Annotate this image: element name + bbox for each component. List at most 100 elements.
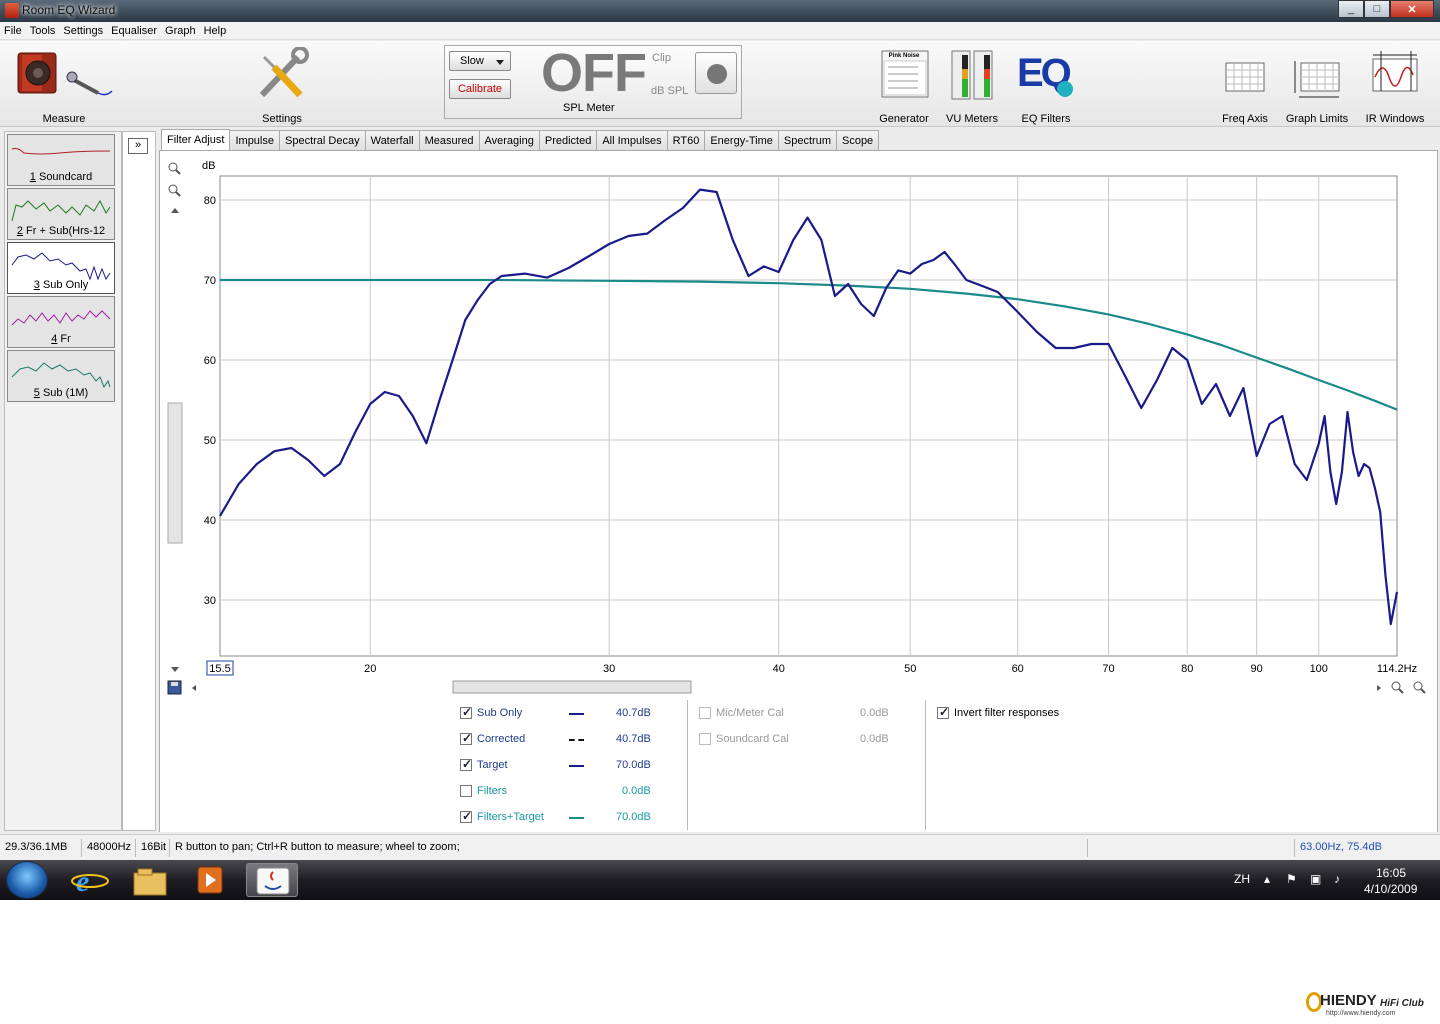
close-button[interactable]: ✕ [1390, 0, 1434, 18]
tab-all-impulses[interactable]: All Impulses [596, 130, 668, 151]
maximize-button[interactable]: □ [1364, 0, 1390, 18]
checkbox-soundcard-cal[interactable] [699, 733, 711, 745]
eq-icon: EQ [1013, 47, 1079, 103]
tab-spectrum[interactable]: Spectrum [777, 130, 837, 151]
tray-network-icon[interactable]: ▣ [1310, 872, 1321, 886]
spl-unit-label: dB SPL [651, 85, 689, 97]
tab-filter-adjust[interactable]: Filter Adjust [161, 129, 231, 151]
expander-panel: » [122, 131, 156, 831]
zoom-out-x-icon[interactable] [1413, 681, 1426, 694]
menu-graph[interactable]: Graph [165, 25, 196, 37]
tray-time[interactable]: 16:05 [1376, 866, 1406, 880]
vu-meters-button[interactable]: VU Meters [942, 47, 1002, 125]
measurement-name: Sub Only [39, 279, 89, 291]
explorer-taskbar-button[interactable] [124, 863, 176, 897]
zoom-in-y-icon[interactable] [168, 162, 181, 175]
tab-spectral-decay[interactable]: Spectral Decay [279, 130, 366, 151]
generator-button[interactable]: Pink Noise Generator [874, 47, 934, 125]
record-button[interactable] [695, 52, 737, 94]
ie-icon: e [71, 865, 109, 898]
menu-equaliser[interactable]: Equaliser [111, 25, 157, 37]
x-tick-label: 60 [1012, 663, 1024, 675]
tab-waterfall[interactable]: Waterfall [364, 130, 420, 151]
legend-corrected-value: 40.7dB [616, 733, 651, 745]
toolbar: Measure Settings Slow Calibrate OFF Clip… [0, 41, 1440, 127]
thumb-sub-only [11, 252, 111, 281]
speaker-mic-icon [17, 52, 113, 96]
tab-rt60[interactable]: RT60 [666, 130, 706, 151]
checkbox-sub-only[interactable] [460, 705, 472, 719]
main-panel: Filter Adjust Impulse Spectral Decay Wat… [159, 129, 1438, 832]
checkbox-target[interactable] [460, 757, 472, 771]
thumb-fr-sub [11, 199, 111, 222]
legend-filters-label: Filters [477, 785, 507, 797]
measurement-name: Fr [57, 333, 71, 345]
measurement-item-3[interactable]: 3 Sub Only [7, 242, 115, 294]
x-tick-label: 30 [603, 663, 615, 675]
measurement-item-5[interactable]: 5 Sub (1M) [7, 350, 115, 402]
checkbox-filters[interactable] [460, 785, 472, 797]
status-memory: 29.3/36.1MB [0, 839, 82, 857]
frequency-response-graph[interactable]: dB 30 40 50 60 70 80 20 30 40 50 60 70 80 90 100 15.5 1… [160, 151, 1437, 696]
menu-help[interactable]: Help [204, 25, 227, 37]
legend-target-label: Target [477, 759, 508, 771]
y-tick-label: 80 [204, 195, 216, 207]
measurement-name: Sub (1M) [39, 387, 89, 399]
minimize-button[interactable]: _ [1338, 0, 1364, 18]
ir-windows-button[interactable]: IR Windows [1362, 47, 1428, 125]
tray-flag-icon[interactable]: ⚑ [1286, 872, 1297, 886]
tab-predicted[interactable]: Predicted [538, 130, 598, 151]
graph-tabs: Filter Adjust Impulse Spectral Decay Wat… [161, 129, 880, 151]
horizontal-scroll-thumb[interactable] [452, 680, 692, 694]
legend-sub-only-label: Sub Only [477, 707, 523, 719]
ie-taskbar-button[interactable]: e [64, 863, 116, 898]
menu-file[interactable]: File [4, 25, 22, 37]
checkbox-invert-filter[interactable] [937, 705, 949, 719]
measurement-name: Fr + Sub(Hrs-12 [22, 225, 106, 237]
eq-filters-button[interactable]: EQ EQ Filters [1010, 47, 1082, 125]
graph-limits-button[interactable]: Graph Limits [1284, 47, 1350, 125]
tray-date[interactable]: 4/10/2009 [1364, 882, 1417, 896]
save-icon[interactable] [167, 680, 182, 695]
zoom-out-y-icon[interactable] [168, 184, 181, 197]
folder-icon [133, 868, 167, 896]
java-taskbar-button[interactable] [246, 863, 298, 897]
scroll-left-arrow[interactable] [192, 685, 196, 691]
tab-averaging[interactable]: Averaging [478, 130, 540, 151]
settings-button[interactable]: Settings [242, 46, 322, 125]
measurement-item-4[interactable]: 4 Fr [7, 296, 115, 348]
thumb-fr [11, 310, 111, 326]
expand-button[interactable]: » [128, 138, 148, 154]
measure-button[interactable]: Measure [14, 47, 114, 125]
calibrate-button[interactable]: Calibrate [449, 79, 511, 99]
measurement-item-2[interactable]: 2 Fr + Sub(Hrs-12 [7, 188, 115, 240]
checkbox-corrected[interactable] [460, 731, 472, 745]
graph-limits-label: Graph Limits [1285, 113, 1349, 125]
measurement-item-1[interactable]: 1 Soundcard [7, 134, 115, 186]
watermark-sub: HiFi Club [1380, 998, 1424, 1009]
tab-scope[interactable]: Scope [835, 130, 880, 151]
status-bar: 29.3/36.1MB 48000Hz 16Bit R button to pa… [0, 834, 1440, 860]
start-button[interactable] [6, 861, 48, 899]
menu-settings[interactable]: Settings [63, 25, 103, 37]
spl-speed-select[interactable]: Slow [449, 51, 511, 71]
spl-display: OFF [541, 43, 647, 103]
media-taskbar-button[interactable] [184, 863, 236, 897]
vertical-scroll-thumb[interactable] [167, 402, 183, 544]
tab-energy-time[interactable]: Energy-Time [704, 130, 779, 151]
settings-label: Settings [262, 113, 302, 125]
checkbox-mic-cal[interactable] [699, 707, 711, 719]
zoom-in-x-icon[interactable] [1391, 681, 1404, 694]
checkbox-filters-target[interactable] [460, 809, 472, 823]
tray-language[interactable]: ZH [1234, 872, 1250, 886]
tray-expand-icon[interactable]: ▴ [1264, 872, 1270, 886]
tray-volume-icon[interactable]: ♪ [1334, 872, 1340, 886]
tab-measured[interactable]: Measured [418, 130, 480, 151]
scroll-down-arrow[interactable] [171, 667, 179, 672]
status-bit-depth: 16Bit [136, 839, 170, 857]
scroll-right-arrow[interactable] [1377, 685, 1381, 691]
menu-tools[interactable]: Tools [30, 25, 56, 37]
freq-axis-button[interactable]: Freq Axis [1214, 47, 1276, 125]
tab-impulse[interactable]: Impulse [229, 130, 280, 151]
scroll-up-arrow[interactable] [171, 208, 179, 213]
